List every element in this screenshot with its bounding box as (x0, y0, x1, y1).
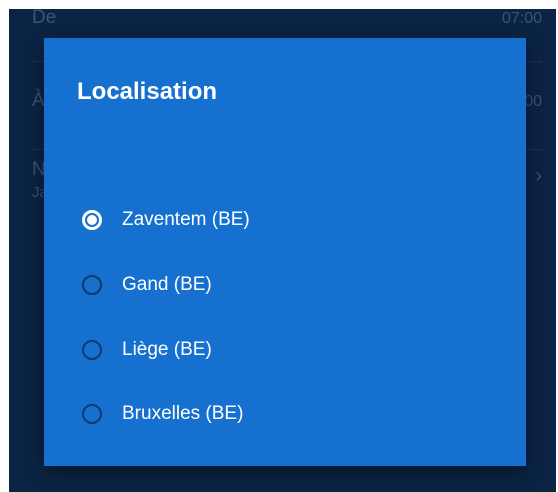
location-option-liege[interactable]: Liège (BE) (82, 330, 382, 370)
radio-unselected-icon[interactable] (82, 340, 102, 360)
location-option-bruxelles[interactable]: Bruxelles (BE) (82, 394, 382, 434)
location-option-label: Liège (BE) (122, 339, 212, 360)
location-option-label: Gand (BE) (122, 274, 212, 295)
location-option-gand[interactable]: Gand (BE) (82, 265, 382, 305)
dialog-title: Localisation (77, 78, 218, 105)
radio-unselected-icon[interactable] (82, 404, 102, 424)
location-option-zaventem[interactable]: Zaventem (BE) (82, 200, 382, 240)
location-dialog: Localisation Zaventem (BE) Gand (BE) Liè… (44, 38, 526, 466)
settings-screen: De 07:00 À 00 N Ja › Localisation Zavent… (9, 9, 556, 492)
location-option-label: Zaventem (BE) (122, 209, 250, 230)
radio-unselected-icon[interactable] (82, 275, 102, 295)
radio-selected-icon[interactable] (82, 210, 102, 230)
location-option-label: Bruxelles (BE) (122, 403, 244, 424)
